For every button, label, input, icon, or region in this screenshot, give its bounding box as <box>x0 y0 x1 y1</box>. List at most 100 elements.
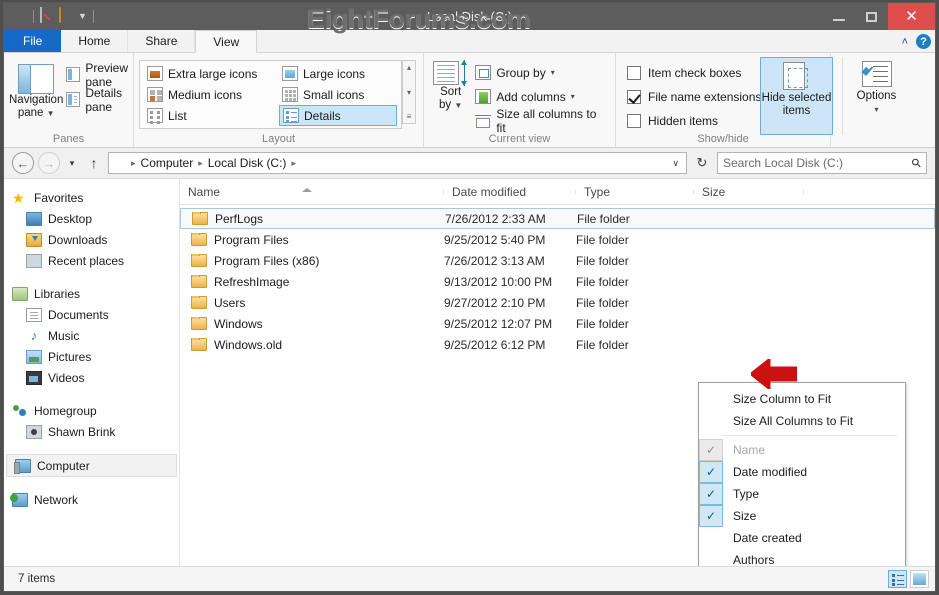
view-small-icons[interactable]: Small icons <box>279 84 397 105</box>
ctx-checked-gutter[interactable]: ✓ <box>699 461 723 483</box>
table-row[interactable]: Users 9/27/2012 2:10 PM File folder <box>180 292 935 313</box>
table-row[interactable]: Program Files (x86) 7/26/2012 3:13 AM Fi… <box>180 250 935 271</box>
sidebar-item-libraries[interactable]: Libraries <box>4 283 179 304</box>
sidebar-item-homegroup[interactable]: Homegroup <box>4 400 179 421</box>
sort-by-button[interactable]: Sort by ▼ <box>429 60 472 112</box>
table-row[interactable]: Windows.old 9/25/2012 6:12 PM File folde… <box>180 334 935 355</box>
item-check-boxes-row[interactable]: Item check boxes <box>621 61 761 85</box>
breadcrumb-dropdown-icon[interactable]: ∨ <box>672 158 682 169</box>
table-row[interactable]: PerfLogs 7/26/2012 2:33 AM File folder <box>180 208 935 229</box>
scroll-up-icon[interactable]: ▴ <box>407 63 411 72</box>
sidebar-label-homegroup: Homegroup <box>34 404 97 418</box>
view-medium-icons[interactable]: Medium icons <box>144 84 279 105</box>
column-header-name[interactable]: Name <box>180 185 444 199</box>
help-icon[interactable]: ? <box>916 34 931 49</box>
details-view-button[interactable] <box>888 570 907 588</box>
ctx-column-authors[interactable]: Authors <box>699 549 905 566</box>
ctx-column-date-modified[interactable]: ✓ Date modified <box>699 461 905 483</box>
sidebar-item-downloads[interactable]: Downloads <box>4 229 179 250</box>
properties-icon[interactable] <box>40 8 57 25</box>
sidebar-item-videos[interactable]: Videos <box>4 367 179 388</box>
computer-icon[interactable] <box>113 155 128 172</box>
ctx-checked-gutter[interactable]: ✓ <box>699 483 723 505</box>
sidebar-item-desktop[interactable]: Desktop <box>4 208 179 229</box>
size-all-columns-button[interactable]: Size all columns to fit <box>472 110 610 131</box>
breadcrumb-separator-2[interactable]: ▸ <box>291 158 296 169</box>
check-icon: ✓ <box>706 444 716 456</box>
ctx-column-date-created[interactable]: Date created <box>699 527 905 549</box>
search-input[interactable]: Search Local Disk (C:) <box>723 156 912 170</box>
scroll-down-icon[interactable]: ▾ <box>407 88 411 97</box>
sidebar-item-music[interactable]: ♪ Music <box>4 325 179 346</box>
gallery-more-icon[interactable]: ≡ <box>407 112 412 121</box>
navigation-pane-button[interactable]: Navigation pane ▼ <box>9 60 63 120</box>
view-list[interactable]: List <box>144 105 279 126</box>
search-box[interactable]: Search Local Disk (C:) ⚲ <box>717 152 927 174</box>
breadcrumb-item-local-disk[interactable]: Local Disk (C:) <box>206 156 289 170</box>
options-button[interactable]: Options ▾ <box>842 57 904 135</box>
sidebar-item-recent-places[interactable]: Recent places <box>4 250 179 271</box>
close-button[interactable]: ✕ <box>888 3 935 30</box>
ctx-checked-gutter[interactable]: ✓ <box>699 505 723 527</box>
group-label-current-view: Current view <box>429 133 610 147</box>
ctx-size-column-to-fit[interactable]: Size Column to Fit <box>699 388 905 410</box>
minimize-button[interactable] <box>822 3 855 30</box>
sidebar-item-network[interactable]: Network <box>4 489 179 510</box>
layout-gallery-scroll[interactable]: ▴ ▾ ≡ <box>402 60 416 124</box>
ctx-column-size[interactable]: ✓ Size <box>699 505 905 527</box>
view-extra-large-icons[interactable]: Extra large icons <box>144 63 279 84</box>
tab-view[interactable]: View <box>195 30 257 53</box>
sidebar-item-favorites[interactable]: ★ Favorites <box>4 187 179 208</box>
pictures-icon <box>26 350 42 364</box>
recent-locations-button[interactable]: ▾ <box>64 152 80 174</box>
breadcrumb[interactable]: ▸ Computer ▸ Local Disk (C:) ▸ ∨ <box>108 152 687 174</box>
details-pane-button[interactable]: Details pane <box>63 89 131 110</box>
hidden-items-checkbox[interactable] <box>627 114 641 128</box>
file-type-cell: File folder <box>576 317 694 331</box>
computer-icon[interactable] <box>10 8 27 25</box>
customize-qat-caret-icon[interactable]: ▼ <box>78 12 87 21</box>
ctx-checked-gutter: ✓ <box>699 439 723 461</box>
collapse-ribbon-icon[interactable]: ˄ <box>902 36 908 48</box>
maximize-button[interactable] <box>855 3 888 30</box>
sidebar-item-documents[interactable]: Documents <box>4 304 179 325</box>
sidebar-item-computer[interactable]: Computer <box>6 454 177 477</box>
table-row[interactable]: Program Files 9/25/2012 5:40 PM File fol… <box>180 229 935 250</box>
column-header-date-modified[interactable]: Date modified <box>444 185 576 199</box>
back-button[interactable]: ← <box>12 152 34 174</box>
ctx-size-all-columns-to-fit[interactable]: Size All Columns to Fit <box>699 410 905 432</box>
sidebar-item-pictures[interactable]: Pictures <box>4 346 179 367</box>
large-icons-view-button[interactable] <box>910 570 929 588</box>
column-header-size[interactable]: Size <box>694 185 804 199</box>
ctx-column-type[interactable]: ✓ Type <box>699 483 905 505</box>
file-name-extensions-checkbox[interactable] <box>627 90 641 104</box>
breadcrumb-item-computer[interactable]: Computer <box>139 156 196 170</box>
column-header-name-label: Name <box>188 185 220 199</box>
tab-file[interactable]: File <box>4 30 61 52</box>
item-check-boxes-checkbox[interactable] <box>627 66 641 80</box>
refresh-button[interactable]: ↻ <box>691 152 713 174</box>
tab-share[interactable]: Share <box>128 30 195 52</box>
view-large-icons[interactable]: Large icons <box>279 63 397 84</box>
view-details[interactable]: Details <box>279 105 397 126</box>
column-header-type[interactable]: Type <box>576 185 694 199</box>
group-by-button[interactable]: Group by ▾ <box>472 62 610 83</box>
preview-pane-button[interactable]: Preview pane <box>63 64 131 85</box>
sidebar-item-shawn-brink[interactable]: Shawn Brink <box>4 421 179 442</box>
ctx-gutter <box>699 388 723 410</box>
file-name-extensions-row[interactable]: File name extensions <box>621 85 761 109</box>
hide-selected-items-button[interactable]: Hide selected items <box>760 57 833 135</box>
network-icon <box>12 493 28 507</box>
table-row[interactable]: Windows 9/25/2012 12:07 PM File folder <box>180 313 935 334</box>
forward-button[interactable]: → <box>38 152 60 174</box>
tab-home[interactable]: Home <box>61 30 128 52</box>
up-button[interactable]: ↑ <box>84 152 104 174</box>
group-label-panes: Panes <box>9 133 128 147</box>
new-folder-icon[interactable] <box>59 8 76 25</box>
window-title: Local Disk (C:) <box>4 9 935 24</box>
up-arrow-icon: ↑ <box>91 155 98 171</box>
sidebar-label-network: Network <box>34 493 78 507</box>
add-columns-button[interactable]: Add columns ▾ <box>472 86 610 107</box>
hidden-items-row[interactable]: Hidden items <box>621 109 761 133</box>
table-row[interactable]: RefreshImage 9/13/2012 10:00 PM File fol… <box>180 271 935 292</box>
